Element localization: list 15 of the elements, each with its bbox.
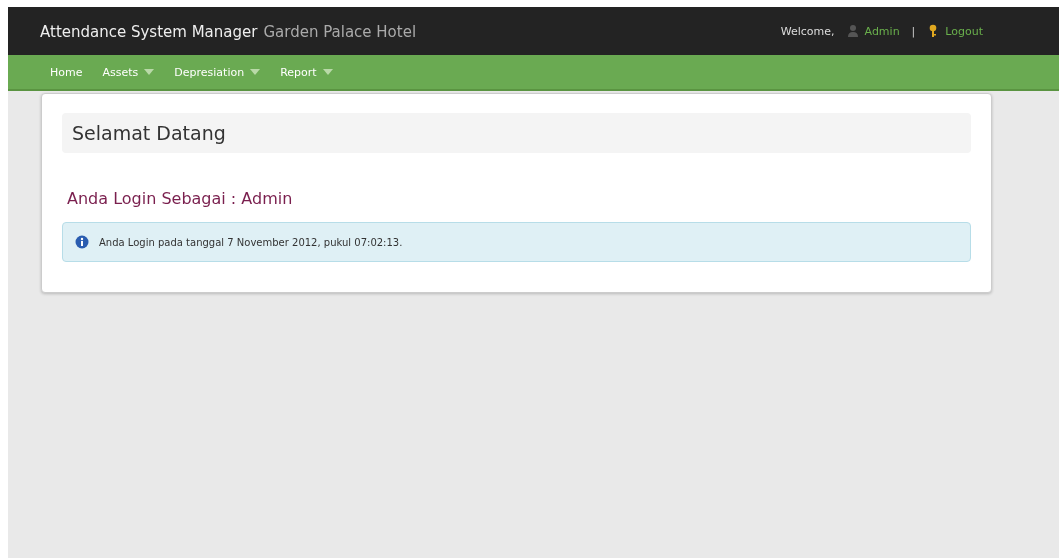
info-icon bbox=[75, 235, 89, 249]
login-role-text: Anda Login Sebagai : Admin bbox=[67, 189, 294, 208]
user-link[interactable]: Admin bbox=[864, 24, 900, 38]
welcome-text: Welcome, bbox=[780, 24, 835, 38]
nav-menu-item[interactable]: Depresiation bbox=[174, 65, 261, 79]
separator: | bbox=[911, 24, 916, 38]
nav-menu-item[interactable]: Assets bbox=[102, 65, 155, 79]
app-title: Attendance System Manager bbox=[40, 22, 258, 41]
nav-menu-item[interactable]: Report bbox=[280, 65, 333, 79]
login-info-text: Anda Login pada tanggal 7 November 2012, pukul 07:02:13. bbox=[99, 236, 403, 248]
logout-link[interactable]: Logout bbox=[945, 24, 983, 38]
page-heading: Selamat Datang bbox=[62, 113, 971, 153]
nav-menu-item[interactable]: Home bbox=[50, 65, 83, 79]
user-icon bbox=[846, 24, 859, 38]
hotel-name: Garden Palace Hotel bbox=[263, 22, 417, 41]
